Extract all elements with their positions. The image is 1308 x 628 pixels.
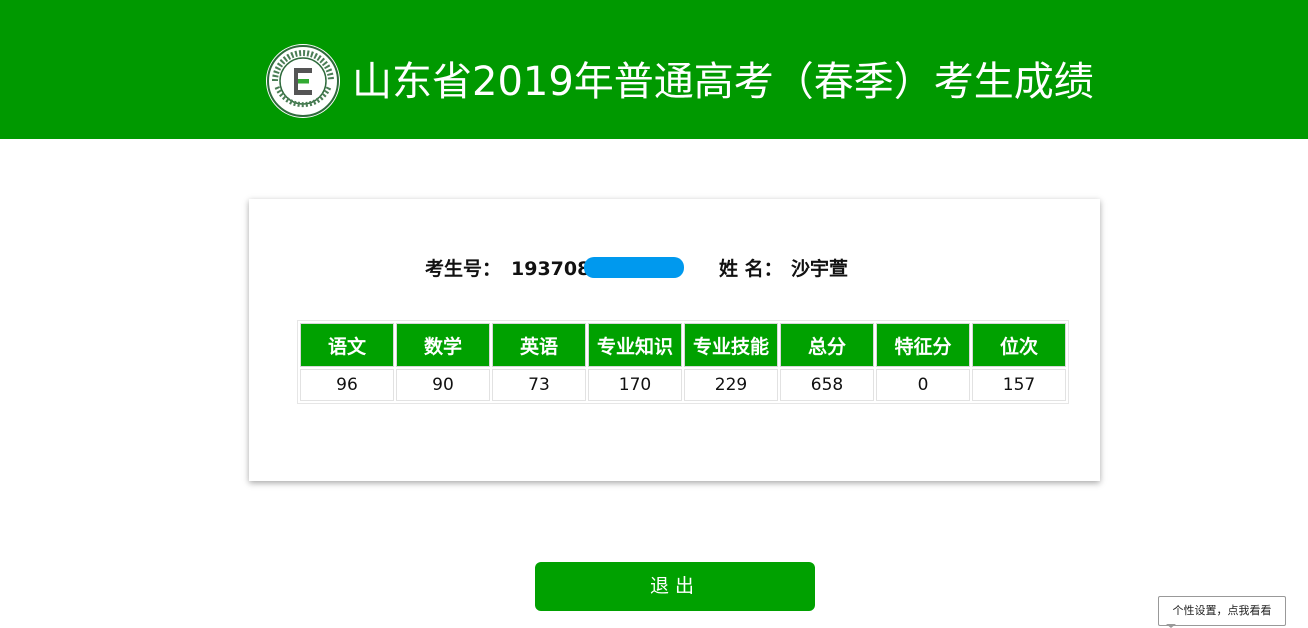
tooltip-arrow-icon xyxy=(1166,624,1176,628)
header-professional-knowledge: 专业知识 xyxy=(588,323,682,367)
header-total: 总分 xyxy=(780,323,874,367)
page-header: 山东省2019年普通高考（春季）考生成绩 xyxy=(0,0,1308,139)
candidate-name-value: 沙宇萱 xyxy=(791,258,849,280)
header-chinese: 语文 xyxy=(300,323,394,367)
score-total: 658 xyxy=(780,369,874,401)
score-chinese: 96 xyxy=(300,369,394,401)
candidate-id-value: 193708 xyxy=(511,258,591,280)
score-rank: 157 xyxy=(972,369,1066,401)
page-title: 山东省2019年普通高考（春季）考生成绩 xyxy=(352,59,1094,105)
header-math: 数学 xyxy=(396,323,490,367)
candidate-name-label: 姓 名： xyxy=(719,258,783,280)
exit-button[interactable]: 退出 xyxy=(535,562,815,611)
score-professional-skill: 229 xyxy=(684,369,778,401)
score-table: 语文 数学 英语 专业知识 专业技能 总分 特征分 位次 96 90 73 17… xyxy=(297,320,1069,404)
candidate-id-label: 考生号： xyxy=(425,258,502,280)
score-feature: 0 xyxy=(876,369,970,401)
header-feature-score: 特征分 xyxy=(876,323,970,367)
header-english: 英语 xyxy=(492,323,586,367)
settings-tooltip[interactable]: 个性设置，点我看看 xyxy=(1158,596,1286,626)
score-professional-knowledge: 170 xyxy=(588,369,682,401)
score-table-row: 96 90 73 170 229 658 0 157 xyxy=(300,369,1066,401)
score-english: 73 xyxy=(492,369,586,401)
redaction-mark xyxy=(584,257,684,278)
exam-institute-seal-icon xyxy=(266,44,340,118)
score-table-header-row: 语文 数学 英语 专业知识 专业技能 总分 特征分 位次 xyxy=(300,323,1066,367)
header-rank: 位次 xyxy=(972,323,1066,367)
score-math: 90 xyxy=(396,369,490,401)
header-professional-skill: 专业技能 xyxy=(684,323,778,367)
